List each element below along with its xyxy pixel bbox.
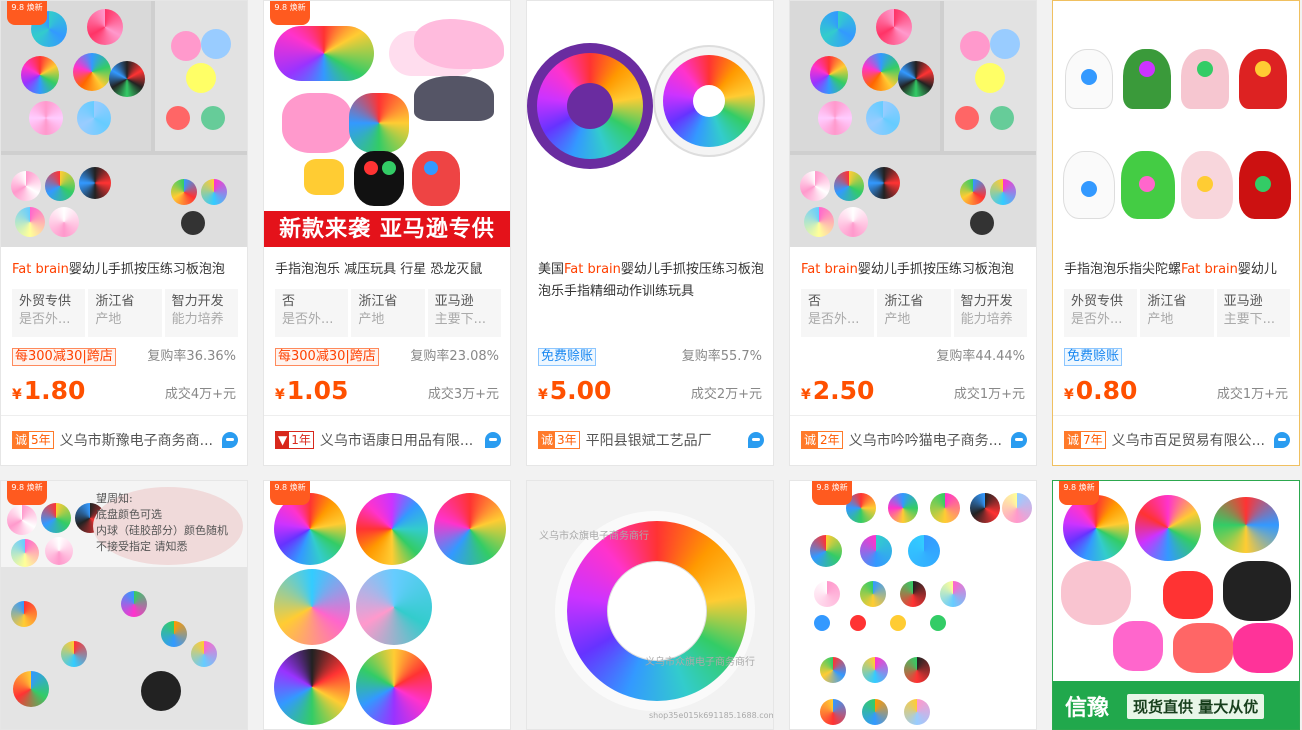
product-title[interactable]: Fat brain婴幼儿手抓按压练习板泡泡 (801, 259, 1027, 281)
product-card[interactable]: 9.8 焕新 (789, 480, 1037, 730)
attribute-list: 否是否外... 浙江省 产地 亚马逊 主要下... (275, 289, 501, 337)
promo-badge: 9.8 焕新 (1059, 481, 1099, 505)
promo-tag: 每300减30|跨店 (275, 348, 379, 366)
attribute-item: 亚马逊 主要下... (1216, 289, 1290, 337)
product-card[interactable]: 望周知: 底盘颜色可选 内球（硅胶部分）颜色随机 不接受指定 请知悉 9.8 焕… (0, 480, 248, 730)
attribute-item: 浙江省 产地 (88, 289, 162, 337)
promo-badge: 9.8 焕新 (270, 1, 310, 25)
image-watermark: 义乌市众旗电子商务商行 (539, 531, 649, 542)
price: ¥1.05 (275, 376, 349, 405)
product-card[interactable]: 手指泡泡乐指尖陀螺Fat brain婴幼儿 外贸专供 是否外... 浙江省 产地 亚… (1052, 0, 1300, 466)
attribute-item: 亚马逊 主要下... (427, 289, 501, 337)
attribute-item: 浙江省 产地 (877, 289, 951, 337)
divider (264, 415, 510, 416)
attribute-item: 外贸专供 是否外... (12, 289, 86, 337)
seller-name[interactable]: 义乌市斯豫电子商务商... (60, 430, 218, 450)
wangwang-chat-icon[interactable] (748, 432, 764, 448)
attribute-item: 浙江省 产地 (351, 289, 425, 337)
promo-badge: 9.8 焕新 (7, 1, 47, 25)
wangwang-chat-icon[interactable] (222, 432, 238, 448)
attribute-item: 智力开发 能力培养 (953, 289, 1027, 337)
seller-row: ▼ 1年 义乌市语康日用品有限... (275, 429, 501, 451)
chengxintong-badge: 诚 2年 (801, 431, 843, 449)
product-image[interactable] (527, 1, 773, 247)
chengxintong-badge: 诚 3年 (538, 431, 580, 449)
attribute-list: 外贸专供 是否外... 浙江省 产地 亚马逊 主要下... (1064, 289, 1290, 337)
product-image[interactable]: 新款来袭 亚马逊专供 9.8 焕新 (264, 1, 510, 247)
repurchase-rate: 复购率55.7% (681, 349, 762, 364)
image-banner: 信豫 现货直供 量大从优 (1053, 681, 1299, 729)
repurchase-rate: 复购率44.44% (936, 349, 1025, 364)
product-image[interactable]: 望周知: 底盘颜色可选 内球（硅胶部分）颜色随机 不接受指定 请知悉 9.8 焕… (1, 481, 247, 729)
wangwang-chat-icon[interactable] (1274, 432, 1290, 448)
wangwang-chat-icon[interactable] (485, 432, 501, 448)
chengxintong-badge: 诚 5年 (12, 431, 54, 449)
product-grid: 9.8 焕新 Fat brain婴幼儿手抓按压练习板泡泡 外贸专供 是否外... … (0, 0, 1302, 730)
product-card[interactable]: 9.8 焕新 Fat brain婴幼儿手抓按压练习板泡泡 外贸专供 是否外... … (0, 0, 248, 466)
seller-name[interactable]: 平阳县银斌工艺品厂 (586, 430, 744, 450)
deal-volume: 成交3万+元 (427, 387, 499, 402)
promo-badge: 9.8 焕新 (812, 481, 852, 505)
attribute-item: 智力开发 能力培养 (164, 289, 238, 337)
deal-volume: 成交2万+元 (690, 387, 762, 402)
wangwang-chat-icon[interactable] (1011, 432, 1027, 448)
price: ¥2.50 (801, 376, 875, 405)
seller-row: 诚 2年 义乌市吟吟猫电子商务... (801, 429, 1027, 451)
product-title[interactable]: Fat brain婴幼儿手抓按压练习板泡泡 (12, 259, 238, 281)
product-title[interactable]: 手指泡泡乐指尖陀螺Fat brain婴幼儿 (1064, 259, 1290, 281)
seller-row: 诚 7年 义乌市百足贸易有限公... (1064, 429, 1290, 451)
promo-tag: 免费赊账 (538, 348, 597, 366)
product-title[interactable]: 手指泡泡乐 减压玩具 行星 恐龙灭鼠 (275, 259, 501, 281)
divider (1, 415, 247, 416)
attribute-item: 浙江省 产地 (1140, 289, 1214, 337)
image-watermark: 义乌市众旗电子商务商行 (645, 657, 755, 668)
seller-name[interactable]: 义乌市吟吟猫电子商务... (849, 430, 1007, 450)
price: ¥0.80 (1064, 376, 1138, 405)
attribute-item: 否是否外... (801, 289, 875, 337)
chengxintong-badge: ▼ 1年 (275, 431, 314, 449)
product-image[interactable] (1053, 1, 1299, 247)
chengxintong-badge: 诚 7年 (1064, 431, 1106, 449)
price: ¥1.80 (12, 376, 86, 405)
image-banner: 新款来袭 亚马逊专供 (264, 211, 510, 247)
product-card[interactable]: 义乌市众旗电子商务商行 义乌市众旗电子商务商行 shop35e015k69118… (526, 480, 774, 730)
promo-tag: 免费赊账 (1064, 348, 1123, 366)
image-note: 望周知: 底盘颜色可选 内球（硅胶部分）颜色随机 不接受指定 请知悉 (96, 492, 228, 553)
product-card[interactable]: Fat brain婴幼儿手抓按压练习板泡泡 否是否外... 浙江省 产地 智力开发… (789, 0, 1037, 466)
product-image[interactable]: 义乌市众旗电子商务商行 义乌市众旗电子商务商行 shop35e015k69118… (527, 481, 773, 729)
seller-name[interactable]: 义乌市百足贸易有限公... (1112, 430, 1270, 450)
product-image[interactable]: 9.8 焕新 (1, 1, 247, 247)
repurchase-rate: 复购率36.36% (147, 349, 236, 364)
divider (527, 415, 773, 416)
attribute-item: 外贸专供 是否外... (1064, 289, 1138, 337)
product-image[interactable]: 9.8 焕新 (264, 481, 510, 729)
product-image[interactable]: 9.8 焕新 (790, 481, 1036, 729)
seller-name[interactable]: 义乌市语康日用品有限... (320, 430, 481, 450)
image-watermark-url: shop35e015k691185.1688.com (649, 711, 773, 720)
promo-badge: 9.8 焕新 (270, 481, 310, 505)
promo-badge: 9.8 焕新 (7, 481, 47, 505)
product-card[interactable]: 新款来袭 亚马逊专供 9.8 焕新 手指泡泡乐 减压玩具 行星 恐龙灭鼠 否是否… (263, 0, 511, 466)
seller-row: 诚 5年 义乌市斯豫电子商务商... (12, 429, 238, 451)
attribute-item: 否是否外... (275, 289, 349, 337)
deal-volume: 成交1万+元 (1216, 387, 1288, 402)
product-image[interactable] (790, 1, 1036, 247)
product-card[interactable]: 9.8 焕新 (263, 480, 511, 730)
divider (790, 415, 1036, 416)
seller-row: 诚 3年 平阳县银斌工艺品厂 (538, 429, 764, 451)
attribute-list: 外贸专供 是否外... 浙江省 产地 智力开发 能力培养 (12, 289, 238, 337)
promo-tag: 每300减30|跨店 (12, 348, 116, 366)
divider (1053, 415, 1299, 416)
deal-volume: 成交1万+元 (953, 387, 1025, 402)
product-image[interactable]: 信豫 现货直供 量大从优 9.8 焕新 (1053, 481, 1299, 729)
product-title[interactable]: 美国Fat brain婴幼儿手抓按压练习板泡泡乐手指精细动作训练玩具 (538, 259, 764, 303)
product-card[interactable]: 信豫 现货直供 量大从优 9.8 焕新 (1052, 480, 1300, 730)
deal-volume: 成交4万+元 (164, 387, 236, 402)
attribute-list: 否是否外... 浙江省 产地 智力开发 能力培养 (801, 289, 1027, 337)
price: ¥5.00 (538, 376, 612, 405)
repurchase-rate: 复购率23.08% (410, 349, 499, 364)
product-card[interactable]: 美国Fat brain婴幼儿手抓按压练习板泡泡乐手指精细动作训练玩具 免费赊账 … (526, 0, 774, 466)
